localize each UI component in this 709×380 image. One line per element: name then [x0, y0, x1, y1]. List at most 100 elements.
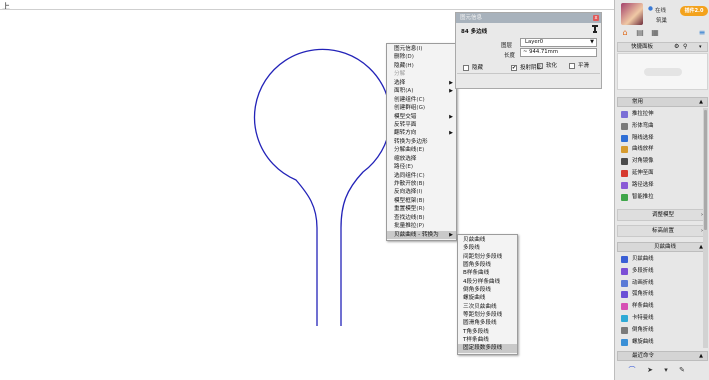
context-menu-item[interactable]: 创建群组(G): [387, 104, 456, 112]
select-tool-icon[interactable]: ➤: [645, 365, 655, 375]
recent-commands-header[interactable]: 最近命令 ▲: [617, 351, 708, 361]
sidebar-tool-item[interactable]: 螺旋曲线: [621, 337, 654, 348]
quick-panel-header[interactable]: 快捷面板 ⚙ ⚲ ▾: [617, 42, 708, 52]
selected-curve[interactable]: [253, 48, 392, 326]
sidebar-tool-item[interactable]: 样条曲线: [621, 301, 654, 312]
sidebar-tool-item[interactable]: 动画折线: [621, 278, 654, 289]
menu-item-label: 查找边线: [394, 214, 417, 221]
context-menu-item[interactable]: 翻转方向 ▶: [387, 129, 456, 137]
context-menu-item[interactable]: 隐藏(H): [387, 62, 456, 70]
sidebar-tool-item[interactable]: 弧角折线: [621, 289, 654, 300]
sidebar-tool-item[interactable]: 对角镜像: [621, 156, 654, 167]
plugin-badge[interactable]: 插件2.0: [680, 6, 708, 16]
submenu-item[interactable]: 螺旋曲线: [458, 294, 517, 302]
context-menu-item[interactable]: 分解: [387, 70, 456, 78]
context-menu-item[interactable]: 重置模型(R): [387, 205, 456, 213]
entity-type: 84 多边线: [461, 29, 488, 35]
elevation-section[interactable]: 标高前置 ›: [617, 225, 708, 237]
context-menu-item[interactable]: 查找边线(B): [387, 214, 456, 222]
layer-value: Layer0: [525, 39, 544, 45]
sidebar-tool-item[interactable]: 多段折线: [621, 266, 654, 277]
context-menu-item[interactable]: 炸散开放(B): [387, 180, 456, 188]
submenu-item[interactable]: 贝兹曲线: [458, 236, 517, 244]
submenu-item[interactable]: 圆滑角多段线: [458, 319, 517, 327]
tool-icon: [621, 158, 628, 166]
sidebar-tool-item[interactable]: 隔线选择: [621, 133, 654, 144]
close-icon[interactable]: x: [593, 15, 599, 21]
context-menu-item[interactable]: 转换为多边形: [387, 138, 456, 146]
menu-icon[interactable]: ≡: [697, 28, 707, 38]
sidebar-tool-item[interactable]: 倒角折线: [621, 325, 654, 336]
context-menu-item[interactable]: 模型框架(B): [387, 197, 456, 205]
context-menu-item[interactable]: 缩放选择: [387, 155, 456, 163]
sidebar-scroll-thumb[interactable]: [704, 110, 707, 230]
context-menu-item[interactable]: 批量推拉(P): [387, 222, 456, 230]
smooth-checkbox[interactable]: 平滑: [569, 62, 589, 70]
context-menu-item[interactable]: 选择 ▶: [387, 79, 456, 87]
cast-shadow-checkbox[interactable]: ✔ 投射阴影: [511, 64, 542, 72]
length-field[interactable]: ~ 944.71mm: [520, 48, 597, 57]
arc-tool-icon[interactable]: ⌒: [627, 365, 637, 375]
chevron-up-icon: ▲: [699, 99, 703, 105]
submenu-item[interactable]: 固定段数多段线: [458, 344, 517, 353]
submenu-item[interactable]: 圆角多段线: [458, 261, 517, 269]
menu-item-label: 隐藏: [394, 62, 406, 69]
context-menu-item[interactable]: 图元信息(I): [387, 45, 456, 53]
context-menu-item[interactable]: 贝兹曲线 - 转换为 ▶: [387, 230, 456, 240]
submenu-item[interactable]: 倒角多段线: [458, 286, 517, 294]
sidebar-tool-item[interactable]: 路径选择: [621, 180, 654, 191]
submenu-item[interactable]: 三次贝兹曲线: [458, 303, 517, 311]
context-menu-item[interactable]: 选同组件(C): [387, 172, 456, 180]
sidebar-tool-item[interactable]: 智能推拉: [621, 192, 654, 203]
tool-label: 路径选择: [632, 181, 654, 188]
paint-tool-icon[interactable]: ▾: [661, 365, 671, 375]
menu-item-shortcut: (B): [416, 197, 425, 204]
section-label: 标高前置: [652, 228, 675, 234]
avatar[interactable]: [621, 3, 643, 25]
context-menu-item[interactable]: 删除(D): [387, 53, 456, 61]
chevron-down-icon: ▼: [590, 39, 594, 45]
submenu-item[interactable]: 等距划分多段线: [458, 311, 517, 319]
bezier-section-header[interactable]: 贝兹曲线 ▲: [617, 242, 708, 252]
pin-icon[interactable]: [592, 25, 598, 33]
context-menu-item[interactable]: 路径(E): [387, 163, 456, 171]
panel-title[interactable]: 图元信息: [456, 13, 601, 23]
menu-item-label: 重置模型: [394, 206, 417, 213]
sidebar-tool-item[interactable]: 形体弯曲: [621, 121, 654, 132]
adjust-model-section[interactable]: 调整模型 ›: [617, 209, 708, 221]
submenu-item[interactable]: T样条曲线: [458, 336, 517, 344]
context-menu-item[interactable]: 反转平面: [387, 121, 456, 129]
sidebar-tool-item[interactable]: 推拉拉伸: [621, 109, 654, 120]
submenu-item[interactable]: 4段分样条曲线: [458, 278, 517, 286]
sidebar-tool-item[interactable]: 卡特曼线: [621, 313, 654, 324]
context-menu-item[interactable]: 面积(A) ▶: [387, 87, 456, 95]
tool-label: 延伸至面: [632, 170, 654, 176]
soften-label: 软化: [546, 63, 558, 69]
sidebar-tool-item[interactable]: 贝兹曲线: [621, 254, 654, 265]
sidebar-tool-item[interactable]: 延伸至面: [621, 168, 654, 179]
submenu-item[interactable]: B样条曲线: [458, 269, 517, 277]
chevron-down-icon[interactable]: ▾: [699, 43, 702, 51]
context-menu-item[interactable]: 分解曲线(E): [387, 146, 456, 154]
pencil-tool-icon[interactable]: ✎: [677, 365, 687, 375]
submenu-item[interactable]: T角多段线: [458, 328, 517, 336]
smooth-label: 平滑: [578, 63, 590, 69]
hidden-checkbox[interactable]: 隐藏: [463, 64, 483, 72]
layer-select[interactable]: Layer0 ▼: [520, 38, 597, 47]
quick-panel-area: [617, 53, 708, 90]
search-icon[interactable]: ⚲: [683, 43, 687, 51]
home-icon[interactable]: ⌂: [620, 28, 630, 38]
layers-icon[interactable]: ▦: [650, 28, 660, 38]
context-menu-item[interactable]: 创建组件(C): [387, 96, 456, 104]
document-icon[interactable]: ▤: [635, 28, 645, 38]
common-tools-header[interactable]: 常用 ▲: [617, 97, 708, 107]
sidebar-tool-item[interactable]: 曲线放样: [621, 144, 654, 155]
layer-label: 图层: [501, 43, 513, 49]
sidebar-tabs: ⌂ ▤ ▦ ≡: [619, 28, 707, 38]
tool-label: 多段折线: [632, 267, 654, 274]
context-menu-item[interactable]: 反向选择(I): [387, 188, 456, 196]
gear-icon[interactable]: ⚙: [674, 43, 679, 51]
context-menu-item[interactable]: 模型交错 ▶: [387, 113, 456, 121]
submenu-item[interactable]: 间距划分多段线: [458, 253, 517, 261]
submenu-item[interactable]: 多段线: [458, 244, 517, 252]
